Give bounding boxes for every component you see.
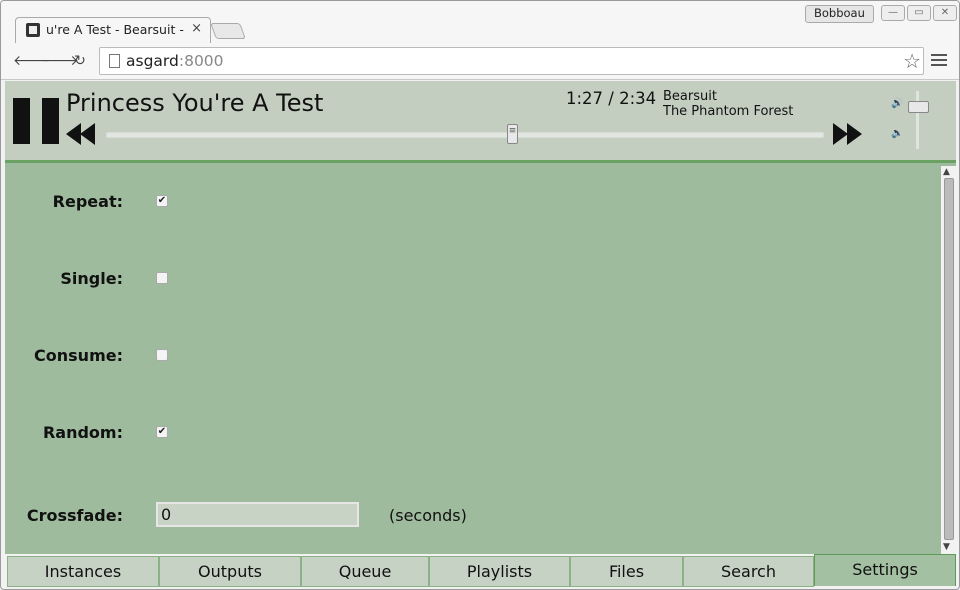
- tab-instances[interactable]: Instances: [7, 556, 159, 587]
- bookmark-star-icon[interactable]: ☆: [903, 49, 921, 73]
- url-text[interactable]: asgard:8000: [126, 52, 224, 70]
- player-header: Princess You're A Test 1:27 / 2:34 Bears…: [5, 81, 956, 163]
- url-host: asgard: [126, 52, 179, 70]
- consume-label: Consume:: [34, 346, 123, 365]
- maximize-button[interactable]: ▭: [907, 5, 931, 21]
- consume-checkbox[interactable]: [156, 349, 168, 361]
- menu-icon[interactable]: [931, 52, 947, 68]
- reload-icon[interactable]: ↻: [71, 52, 89, 70]
- song-title: Princess You're A Test: [66, 89, 324, 117]
- crossfade-input[interactable]: [156, 502, 359, 527]
- url-port: :8000: [178, 52, 224, 70]
- back-arrow-icon[interactable]: 🡐: [13, 52, 51, 70]
- repeat-label: Repeat:: [52, 192, 123, 211]
- browser-toolbar: 🡐 🡒 ↻ asgard:8000 ☆: [1, 43, 959, 80]
- random-label: Random:: [42, 423, 123, 442]
- fast-forward-icon: [833, 123, 848, 145]
- crossfade-label: Crossfade:: [26, 506, 123, 525]
- fast-forward-button[interactable]: [833, 123, 865, 147]
- time-readout: 1:27 / 2:34: [566, 89, 657, 108]
- volume-up-icon: 🔊: [891, 98, 904, 109]
- tab-strip: u're A Test - Bearsuit - | × Bobboau — ▭…: [1, 1, 959, 44]
- forward-arrow-icon[interactable]: 🡒: [41, 52, 79, 70]
- tab-outputs[interactable]: Outputs: [159, 556, 301, 587]
- volume-slider[interactable]: [916, 91, 919, 149]
- page-icon: [109, 54, 120, 68]
- artist-name: Bearsuit: [663, 89, 717, 104]
- close-window-button[interactable]: ✕: [933, 5, 957, 21]
- profile-button[interactable]: Bobboau: [805, 5, 874, 23]
- new-tab-button[interactable]: [210, 23, 246, 39]
- scroll-down-icon[interactable]: ▼: [943, 542, 950, 552]
- rewind-icon: [66, 123, 81, 145]
- tab-playlists[interactable]: Playlists: [429, 556, 570, 587]
- scrollbar[interactable]: ▲ ▼: [941, 166, 956, 554]
- harp-favicon-icon: [26, 23, 40, 37]
- fast-forward-icon: [847, 123, 862, 145]
- rewind-icon: [80, 123, 95, 145]
- pause-bar-icon: [13, 98, 30, 144]
- album-name: The Phantom Forest: [663, 104, 794, 119]
- bottom-tab-bar: Instances Outputs Queue Playlists Files …: [5, 554, 956, 588]
- rewind-button[interactable]: [66, 123, 98, 147]
- crossfade-unit: (seconds): [389, 506, 467, 525]
- minimize-button[interactable]: —: [881, 5, 905, 21]
- scroll-thumb[interactable]: [944, 178, 954, 540]
- tab-queue[interactable]: Queue: [301, 556, 429, 587]
- single-label: Single:: [60, 269, 123, 288]
- scroll-up-icon[interactable]: ▲: [943, 167, 950, 177]
- single-checkbox[interactable]: [156, 272, 168, 284]
- tab-title: u're A Test - Bearsuit - |: [46, 22, 186, 37]
- settings-panel: Repeat: ✔ Single: Consume: Random: ✔ Cro…: [5, 163, 956, 554]
- seek-bar[interactable]: [106, 124, 824, 144]
- volume-down-icon: 🔈: [891, 128, 904, 139]
- random-checkbox[interactable]: ✔: [156, 426, 168, 438]
- repeat-checkbox[interactable]: ✔: [156, 195, 168, 207]
- volume-handle[interactable]: [908, 101, 929, 113]
- tab-search[interactable]: Search: [683, 556, 814, 587]
- address-bar[interactable]: asgard:8000 ☆: [99, 47, 924, 75]
- seek-handle[interactable]: [507, 124, 518, 144]
- browser-window: u're A Test - Bearsuit - | × Bobboau — ▭…: [0, 0, 960, 590]
- browser-tab[interactable]: u're A Test - Bearsuit - | ×: [15, 17, 211, 44]
- tab-files[interactable]: Files: [570, 556, 683, 587]
- tab-close-icon[interactable]: ×: [191, 21, 202, 36]
- pause-button[interactable]: [13, 98, 61, 144]
- pause-bar-icon: [42, 98, 59, 144]
- tab-settings[interactable]: Settings: [814, 554, 956, 586]
